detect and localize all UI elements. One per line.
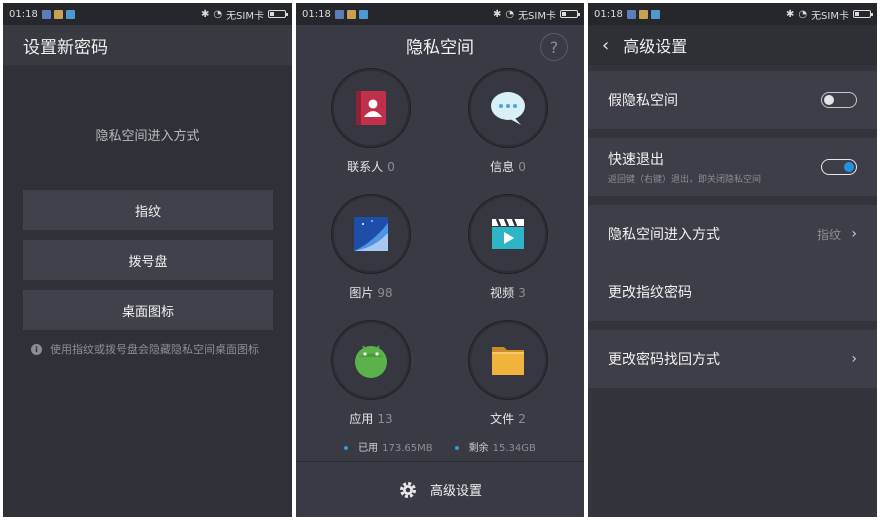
chevron-right-icon: › [851, 351, 857, 367]
quick-exit-description: 返回键（右键）退出，即关闭隐私空间 [608, 175, 762, 185]
status-bar: 01:18 ✱ ◔ 无SIM卡 [3, 3, 292, 25]
title-bar: ‹ 高级设置 [588, 25, 877, 65]
dialpad-option-button[interactable]: 拨号盘 [23, 240, 273, 280]
app-count: 3 [518, 286, 526, 300]
status-time: 01:18 [9, 8, 38, 20]
app-label: 信息 [490, 160, 515, 174]
notification-icon [638, 9, 648, 19]
status-bar: 01:18 ✱ ◔ 无SIM卡 [296, 3, 584, 25]
app-count: 13 [377, 412, 393, 426]
app-files[interactable]: 文件 2 [453, 320, 563, 427]
wifi-icon: ◔ [505, 8, 515, 20]
fake-private-space-toggle[interactable] [821, 92, 857, 108]
app-label: 应用 [349, 412, 374, 426]
app-messages[interactable]: 信息 0 [453, 68, 563, 175]
gallery-icon [354, 217, 388, 251]
battery-icon [560, 10, 580, 18]
app-count: 0 [387, 160, 395, 174]
chevron-right-icon: › [851, 226, 857, 242]
android-icon [355, 345, 387, 378]
notification-icon [626, 9, 636, 19]
advanced-settings-button[interactable]: 高级设置 [296, 461, 584, 517]
status-bar: 01:18 ✱ ◔ 无SIM卡 [588, 3, 877, 25]
app-label: 联系人 [347, 160, 384, 174]
free-storage: 剩余 15.34GB [454, 439, 536, 454]
app-video[interactable]: 视频 3 [453, 194, 563, 301]
notification-icon [650, 9, 660, 19]
notification-icon [346, 9, 356, 19]
title-bar: 设置新密码 [3, 25, 292, 65]
status-time: 01:18 [594, 8, 623, 20]
screen-private-space: 01:18 ✱ ◔ 无SIM卡 隐私空间 ? 联系人 0 信息 0 图片 98 … [296, 3, 584, 517]
page-title: 设置新密码 [23, 37, 108, 58]
entry-method-row[interactable]: 隐私空间进入方式 指纹 › [588, 205, 877, 263]
advanced-settings-label: 高级设置 [429, 484, 482, 499]
wifi-icon: ◔ [213, 8, 223, 20]
quick-exit-row[interactable]: 快速退出 返回键（右键）退出，即关闭隐私空间 [588, 138, 877, 196]
password-recovery-row[interactable]: 更改密码找回方式 › [588, 330, 877, 388]
screen-advanced-settings: 01:18 ✱ ◔ 无SIM卡 ‹ 高级设置 假隐私空间 快速退出 返回键（右键… [588, 3, 877, 517]
change-fingerprint-label: 更改指纹密码 [608, 285, 692, 301]
screen-set-new-password: 01:18 ✱ ◔ 无SIM卡 设置新密码 隐私空间进入方式 指纹 拨号盘 桌面… [3, 3, 292, 517]
entry-method-caption: 隐私空间进入方式 [95, 129, 200, 144]
hint-label: 使用指纹或拨号盘会隐藏隐私空间桌面图标 [50, 343, 259, 356]
status-carrier: 无SIM卡 [518, 10, 556, 22]
status-carrier: 无SIM卡 [226, 10, 264, 22]
entry-method-value: 指纹 [816, 227, 841, 242]
app-count: 2 [518, 412, 526, 426]
storage-info: 已用 173.65MB 剩余 15.34GB [296, 439, 584, 454]
used-dot-icon [344, 446, 349, 450]
used-storage: 已用 173.65MB [344, 439, 433, 454]
bluetooth-icon: ✱ [785, 8, 795, 20]
status-carrier: 无SIM卡 [811, 10, 849, 22]
app-label: 视频 [490, 286, 515, 300]
password-recovery-label: 更改密码找回方式 [608, 352, 720, 368]
messages-icon [491, 92, 525, 125]
notification-icon [334, 9, 344, 19]
app-count: 98 [377, 286, 393, 300]
notification-icon [358, 9, 368, 19]
app-label: 文件 [490, 412, 515, 426]
app-gallery[interactable]: 图片 98 [316, 194, 426, 301]
bluetooth-icon: ✱ [492, 8, 502, 20]
change-fingerprint-row[interactable]: 更改指纹密码 [588, 263, 877, 321]
gear-icon [399, 481, 416, 498]
page-title: 高级设置 [623, 37, 688, 56]
hint-text: i 使用指纹或拨号盘会隐藏隐私空间桌面图标 [31, 341, 259, 357]
back-arrow-icon[interactable]: ‹ [602, 35, 609, 56]
fingerprint-option-button[interactable]: 指纹 [23, 190, 273, 230]
folder-icon [492, 347, 524, 375]
help-icon[interactable]: ? [540, 33, 568, 61]
quick-exit-toggle[interactable] [821, 159, 857, 175]
app-label: 图片 [349, 286, 374, 300]
app-contacts[interactable]: 联系人 0 [316, 68, 426, 175]
battery-icon [853, 10, 873, 18]
page-title: 隐私空间 [406, 37, 474, 58]
app-applications[interactable]: 应用 13 [316, 320, 426, 427]
contacts-icon [356, 91, 386, 125]
free-dot-icon [454, 446, 459, 450]
quick-exit-label: 快速退出 [608, 152, 664, 168]
info-icon: i [31, 343, 42, 355]
notification-icon [65, 9, 75, 19]
fake-private-space-label: 假隐私空间 [608, 93, 678, 109]
notification-icon [41, 9, 51, 19]
wifi-icon: ◔ [798, 8, 808, 20]
desktop-icon-option-button[interactable]: 桌面图标 [23, 290, 273, 330]
fake-private-space-row[interactable]: 假隐私空间 [588, 71, 877, 129]
bluetooth-icon: ✱ [200, 8, 210, 20]
status-time: 01:18 [302, 8, 331, 20]
entry-method-label: 隐私空间进入方式 [608, 227, 720, 243]
video-icon [492, 218, 524, 249]
app-count: 0 [518, 160, 526, 174]
notification-icon [53, 9, 63, 19]
battery-icon [268, 10, 288, 18]
